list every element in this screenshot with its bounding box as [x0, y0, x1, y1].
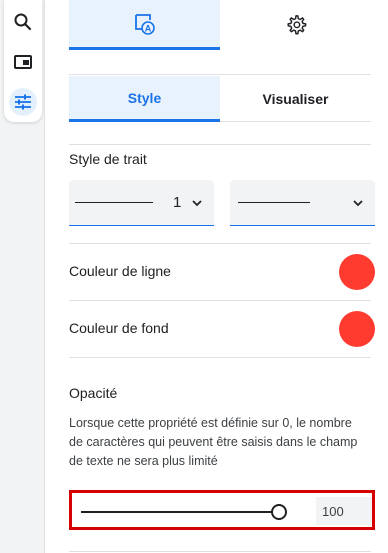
- draw-annotation-icon: A: [134, 13, 155, 35]
- properties-button[interactable]: [9, 88, 37, 116]
- search-button[interactable]: [9, 8, 37, 36]
- stroke-width-select[interactable]: 1: [69, 180, 214, 226]
- picture-in-picture-icon: [14, 55, 32, 69]
- stroke-width-preview: [75, 202, 153, 203]
- opacity-slider-thumb[interactable]: [271, 504, 287, 520]
- divider: [69, 144, 371, 145]
- divider: [69, 300, 371, 301]
- divider: [69, 243, 371, 244]
- chevron-down-icon: [353, 200, 363, 207]
- picture-in-picture-button[interactable]: [9, 48, 37, 76]
- top-tabs: A: [69, 0, 371, 50]
- properties-panel: A Style Visualiser Style de trait 1 Coul…: [44, 0, 388, 553]
- chevron-down-icon: [192, 200, 202, 207]
- stroke-style-label: Style de trait: [69, 151, 147, 167]
- opacity-slider-track[interactable]: [81, 511, 279, 513]
- line-color-label: Couleur de ligne: [69, 263, 171, 279]
- svg-text:A: A: [144, 23, 151, 33]
- search-icon: [14, 13, 32, 31]
- stroke-dash-select[interactable]: [230, 180, 375, 226]
- divider: [69, 74, 371, 75]
- opacity-description: Lorsque cette propriété est définie sur …: [69, 416, 358, 468]
- line-color-swatch[interactable]: [339, 254, 375, 290]
- divider: [69, 357, 371, 358]
- left-toolbar: [0, 0, 44, 553]
- tab-settings[interactable]: [220, 0, 371, 50]
- fill-color-swatch[interactable]: [339, 311, 375, 347]
- tab-annotation-style[interactable]: A: [69, 0, 220, 50]
- opacity-label: Opacité: [69, 385, 118, 401]
- divider: [69, 551, 371, 552]
- tab-style[interactable]: Style: [69, 76, 220, 122]
- sub-tabs: Style Visualiser: [69, 76, 371, 122]
- stroke-width-value: 1: [173, 194, 182, 211]
- tab-visualiser[interactable]: Visualiser: [220, 76, 371, 122]
- tool-card: [4, 0, 42, 122]
- stroke-dash-preview: [238, 202, 310, 203]
- fill-color-label: Couleur de fond: [69, 320, 169, 336]
- opacity-slider-highlight: 100: [69, 490, 375, 530]
- tune-sliders-icon: [15, 94, 31, 110]
- settings-gear-icon: [286, 14, 306, 34]
- opacity-value-field[interactable]: 100: [316, 497, 372, 525]
